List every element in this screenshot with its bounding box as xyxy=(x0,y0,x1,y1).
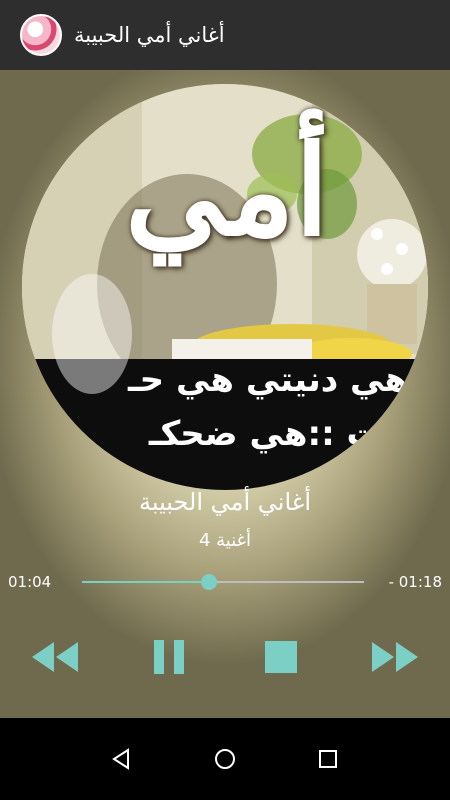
app-bar: أغاني أمي الحبيبة xyxy=(0,0,450,70)
recents-icon xyxy=(319,750,338,768)
home-icon xyxy=(214,749,235,769)
app-logo-icon xyxy=(20,14,62,56)
rewind-button[interactable] xyxy=(28,635,82,679)
pause-icon xyxy=(154,640,184,674)
seek-bar-thumb[interactable] xyxy=(200,574,217,590)
fast-forward-icon xyxy=(372,642,418,672)
time-elapsed: 01:04 xyxy=(8,573,52,591)
nav-back-button[interactable] xyxy=(102,739,142,779)
player-screen: أمي هي دنيتي هي حـ ـلت ::هي ضحكـ أغاني أ… xyxy=(0,70,450,718)
fast-forward-button[interactable] xyxy=(368,635,422,679)
nav-recents-button[interactable] xyxy=(308,739,348,779)
album-art-line-2: ـلت ::هي ضحكـ xyxy=(148,414,408,454)
seek-bar[interactable] xyxy=(82,574,364,590)
back-icon xyxy=(111,748,129,770)
seek-bar-fill xyxy=(82,581,209,583)
album-art: أمي هي دنيتي هي حـ ـلت ::هي ضحكـ xyxy=(22,84,428,490)
app-title: أغاني أمي الحبيبة xyxy=(74,23,225,47)
progress-row: 01:04 - 01:18 xyxy=(0,570,450,596)
playback-controls xyxy=(0,635,450,679)
stop-icon xyxy=(265,641,297,673)
stop-button[interactable] xyxy=(262,635,300,679)
rewind-icon xyxy=(32,642,78,672)
album-art-line-1: هي دنيتي هي حـ xyxy=(128,360,408,400)
album-art-word: أمي xyxy=(124,119,330,264)
time-remaining: - 01:18 xyxy=(388,573,442,591)
song-subtitle: أغنية 4 xyxy=(198,530,252,551)
pause-button[interactable] xyxy=(146,635,192,679)
song-title: أغاني أمي الحبيبة xyxy=(138,488,312,516)
nav-home-button[interactable] xyxy=(205,739,245,779)
system-nav-bar xyxy=(0,718,450,800)
